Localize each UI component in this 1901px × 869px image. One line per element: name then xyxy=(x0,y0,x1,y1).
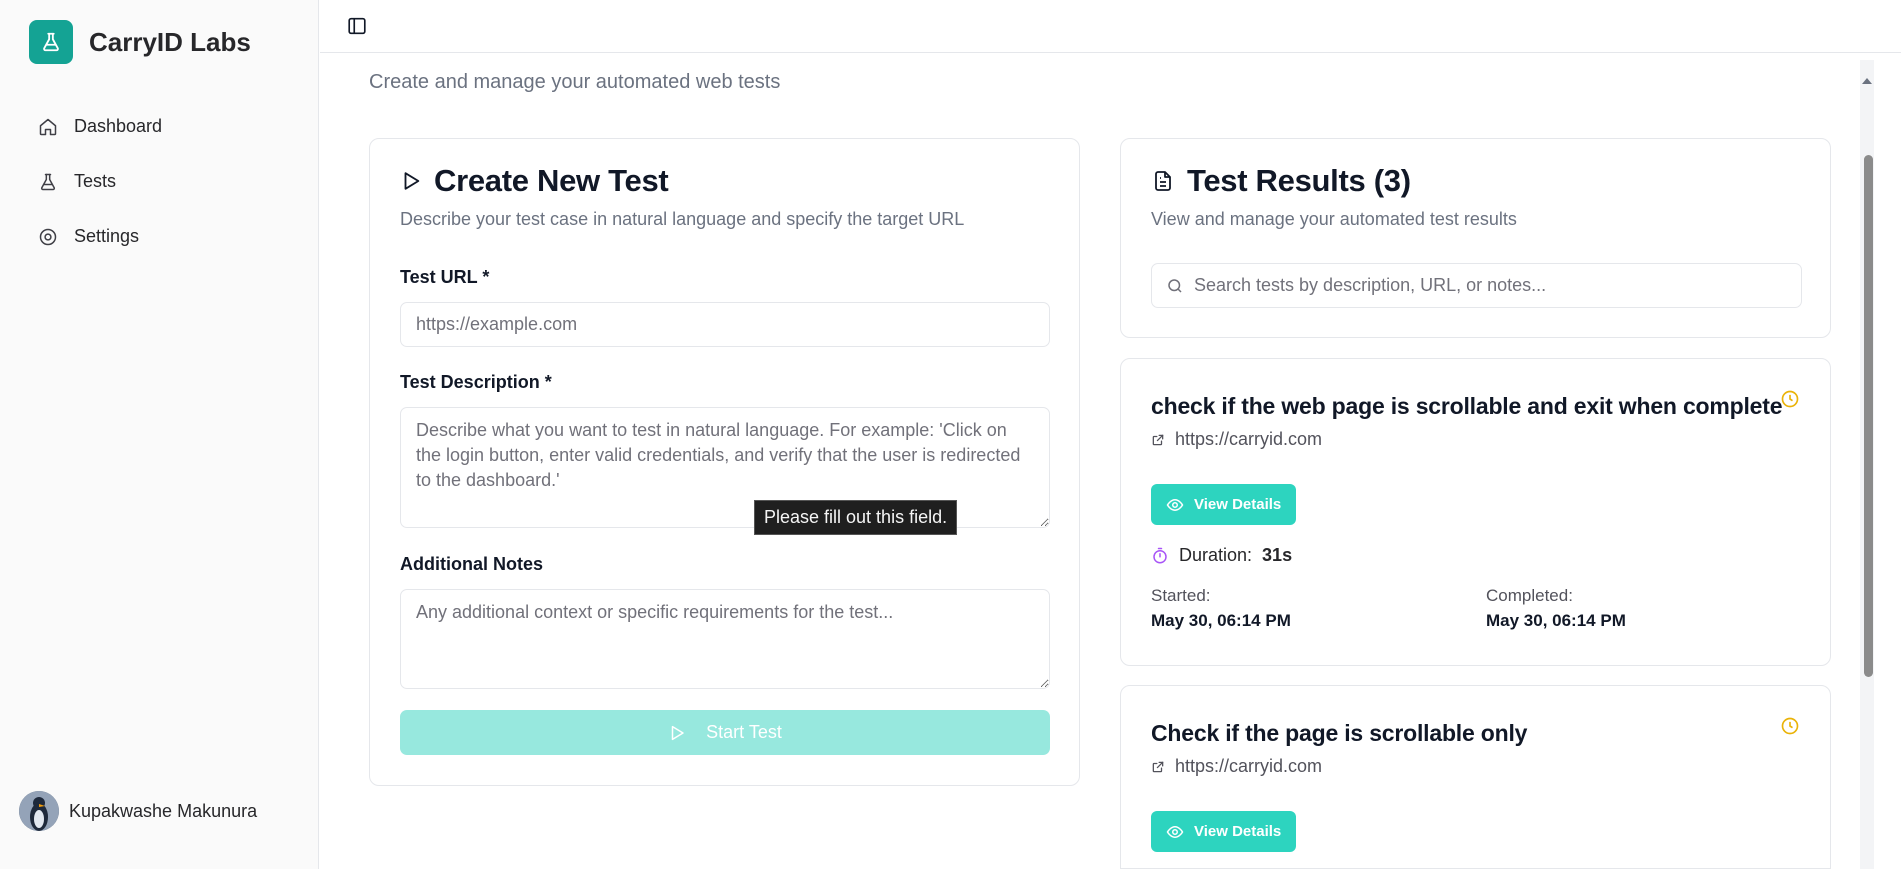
view-details-label: View Details xyxy=(1194,496,1282,513)
result-url: https://carryid.com xyxy=(1175,429,1323,449)
sidebar-item-dashboard[interactable]: Dashboard xyxy=(29,99,289,154)
additional-notes-textarea[interactable] xyxy=(400,589,1050,689)
search-box xyxy=(1151,263,1802,308)
started-value: May 30, 06:14 PM xyxy=(1151,611,1291,630)
clock-icon xyxy=(1780,389,1800,414)
result-card: Check if the page is scrollable only htt… xyxy=(1120,685,1831,869)
play-icon xyxy=(668,724,686,742)
sidebar-toggle-button[interactable] xyxy=(346,15,368,37)
home-icon xyxy=(38,117,58,137)
search-icon xyxy=(1166,277,1184,295)
brand[interactable]: CarryID Labs xyxy=(29,20,251,64)
result-title: Check if the page is scrollable only xyxy=(1151,720,1528,746)
validation-tooltip: Please fill out this field. xyxy=(754,500,958,535)
brand-name: CarryID Labs xyxy=(89,26,251,57)
scroll-up-arrow-icon[interactable] xyxy=(1862,78,1872,84)
result-url: https://carryid.com xyxy=(1175,756,1323,776)
view-details-button[interactable]: View Details xyxy=(1151,811,1297,852)
create-test-header: Create New Test xyxy=(400,163,669,199)
completed-meta: Completed: May 30, 06:14 PM xyxy=(1486,586,1626,631)
completed-value: May 30, 06:14 PM xyxy=(1486,611,1626,630)
sidebar: CarryID Labs Dashboard Tests Settings Ku… xyxy=(0,0,319,869)
started-meta: Started: May 30, 06:14 PM xyxy=(1151,586,1291,631)
result-card: check if the web page is scrollable and … xyxy=(1120,358,1831,666)
sidebar-nav: Dashboard Tests Settings xyxy=(29,99,289,264)
test-description-label: Test Description * xyxy=(400,372,552,392)
user-name: Kupakwashe Makunura xyxy=(69,800,258,821)
completed-label: Completed: xyxy=(1486,586,1573,605)
additional-notes-label: Additional Notes xyxy=(400,554,543,574)
create-test-card: Create New Test Describe your test case … xyxy=(369,138,1080,786)
timer-icon xyxy=(1151,547,1169,565)
search-input[interactable] xyxy=(1194,275,1774,296)
settings-icon xyxy=(38,227,58,247)
test-results-description: View and manage your automated test resu… xyxy=(1151,209,1517,229)
start-test-label: Start Test xyxy=(706,722,782,742)
sidebar-item-label: Settings xyxy=(74,226,140,246)
sidebar-item-tests[interactable]: Tests xyxy=(29,154,289,209)
test-results-card: Test Results (3) View and manage your au… xyxy=(1120,138,1831,338)
result-title: check if the web page is scrollable and … xyxy=(1151,393,1783,419)
result-url-link[interactable]: https://carryid.com xyxy=(1151,429,1322,450)
play-icon xyxy=(400,170,422,192)
view-details-label: View Details xyxy=(1194,823,1282,840)
flask-logo-icon xyxy=(29,20,73,64)
external-link-icon xyxy=(1151,760,1165,774)
flask-icon xyxy=(38,172,58,192)
file-text-icon xyxy=(1151,169,1175,193)
eye-icon xyxy=(1166,496,1184,514)
test-url-input[interactable] xyxy=(400,302,1050,347)
scrollbar-thumb[interactable] xyxy=(1864,155,1873,677)
topbar xyxy=(320,0,1901,53)
duration-label: Duration: xyxy=(1179,545,1253,565)
test-results-title: Test Results (3) xyxy=(1187,163,1411,198)
sidebar-item-label: Tests xyxy=(74,171,117,191)
external-link-icon xyxy=(1151,433,1165,447)
sidebar-item-settings[interactable]: Settings xyxy=(29,209,289,264)
test-url-label: Test URL * xyxy=(400,267,490,287)
started-label: Started: xyxy=(1151,586,1211,605)
eye-icon xyxy=(1166,823,1184,841)
duration: Duration: 31s xyxy=(1151,545,1292,566)
view-details-button[interactable]: View Details xyxy=(1151,484,1297,525)
create-test-title: Create New Test xyxy=(434,163,669,198)
duration-value: 31s xyxy=(1262,545,1293,565)
start-test-button[interactable]: Start Test xyxy=(400,710,1050,755)
clock-icon xyxy=(1780,716,1800,741)
panel-left-icon xyxy=(348,17,366,35)
user-profile[interactable]: Kupakwashe Makunura xyxy=(19,791,257,831)
test-results-header: Test Results (3) xyxy=(1151,163,1411,199)
sidebar-item-label: Dashboard xyxy=(74,116,163,136)
avatar xyxy=(19,791,59,831)
result-url-link[interactable]: https://carryid.com xyxy=(1151,756,1322,777)
page-subtitle: Create and manage your automated web tes… xyxy=(369,71,781,93)
create-test-description: Describe your test case in natural langu… xyxy=(400,209,965,229)
